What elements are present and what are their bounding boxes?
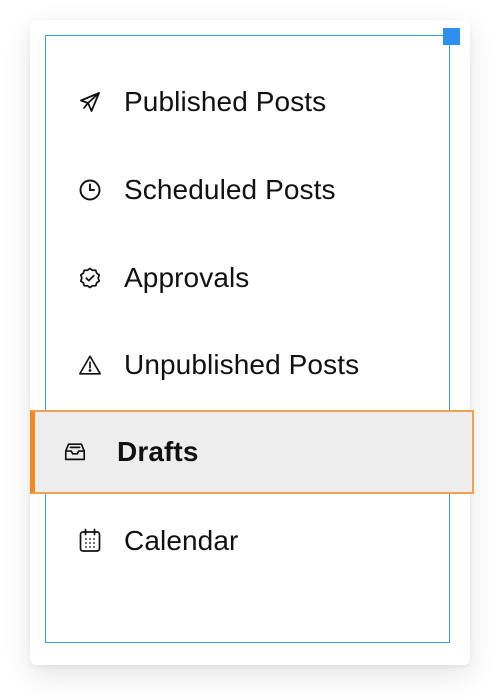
menu-item-unpublished-posts[interactable]: Unpublished Posts [46, 339, 449, 391]
menu-item-label: Drafts [117, 436, 199, 467]
menu-item-label: Calendar [124, 525, 239, 556]
menu-item-calendar[interactable]: Calendar [46, 515, 449, 567]
resize-handle[interactable] [443, 28, 460, 45]
menu-item-label: Scheduled Posts [124, 174, 336, 205]
calendar-icon [78, 528, 102, 553]
menu-item-approvals[interactable]: Approvals [46, 252, 449, 304]
clock-icon [78, 178, 102, 202]
menu-item-label: Published Posts [124, 86, 327, 117]
menu-item-label: Unpublished Posts [124, 349, 360, 380]
paper-plane-icon [78, 90, 102, 114]
warning-triangle-icon [78, 353, 102, 377]
inbox-tray-icon [63, 440, 87, 464]
menu-item-label: Approvals [124, 262, 250, 293]
badge-check-icon [78, 266, 102, 290]
menu-item-scheduled-posts[interactable]: Scheduled Posts [46, 164, 449, 216]
menu-item-published-posts[interactable]: Published Posts [46, 76, 449, 128]
menu-item-drafts[interactable]: Drafts [30, 410, 474, 494]
